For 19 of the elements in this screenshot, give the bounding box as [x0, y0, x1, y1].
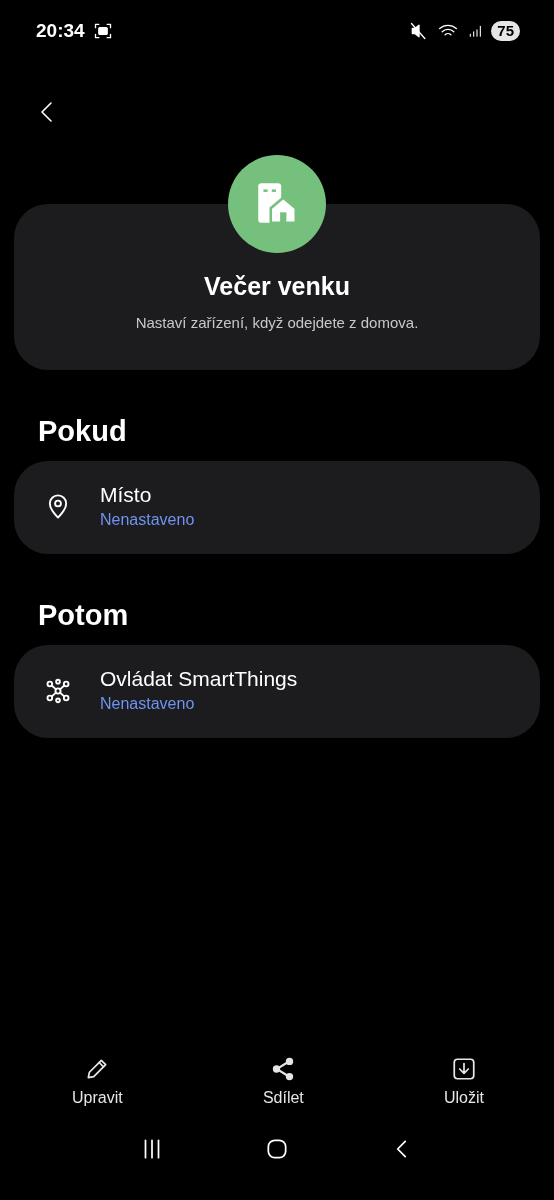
condition-item[interactable]: Ovládat SmartThings Nenastaveno	[14, 644, 540, 738]
clock: 20:34	[36, 18, 85, 43]
section-heading: Potom	[37, 597, 130, 633]
download-icon[interactable]	[451, 1056, 477, 1082]
item-status: Nenastaveno	[100, 694, 196, 715]
scene-description: Nastaví zařízení, když odejdete z domova.	[135, 312, 419, 333]
action-button[interactable]: Sdílet	[262, 1056, 304, 1110]
condition-item[interactable]: Místo Nenastaveno	[14, 460, 540, 554]
scene-title: Večer venku	[204, 271, 350, 302]
screenshot-icon	[92, 21, 113, 41]
section-heading: Pokud	[37, 414, 128, 449]
item-title: Ovládat SmartThings	[100, 665, 298, 692]
action-button[interactable]: Uložit	[444, 1056, 484, 1110]
item-title: Místo	[100, 482, 153, 509]
home-icon[interactable]	[264, 1136, 290, 1162]
network-icon	[44, 677, 72, 706]
item-status: Nenastaveno	[100, 510, 195, 531]
battery-level: 75	[491, 21, 520, 41]
action-button[interactable]: Upravit	[72, 1056, 123, 1110]
